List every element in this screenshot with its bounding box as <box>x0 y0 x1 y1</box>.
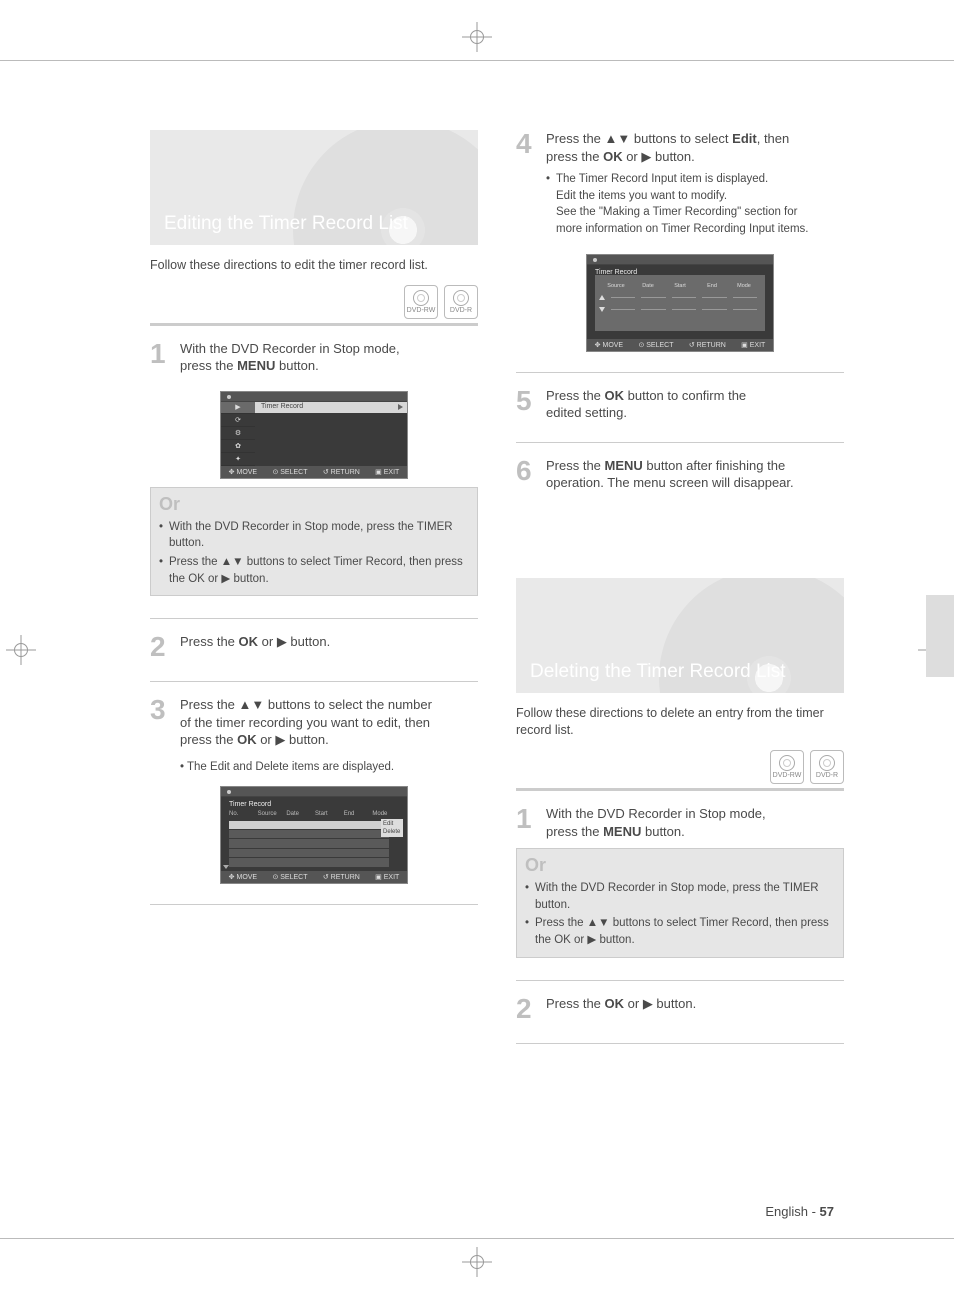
left-column: Editing the Timer Record List Follow the… <box>150 130 478 1189</box>
step-1: 1 With the DVD Recorder in Stop mode, pr… <box>150 340 478 375</box>
step-6: 6 Press the MENU button after finishing … <box>516 457 844 492</box>
lead-text-delete: Follow these directions to delete an ent… <box>516 705 844 740</box>
step-3-sub: • The Edit and Delete items are displaye… <box>180 759 478 776</box>
step-3: 3 Press the ▲▼ buttons to select the num… <box>150 696 478 749</box>
disc-badges: DVD-RW DVD-R <box>516 750 844 784</box>
side-tab <box>926 595 954 677</box>
screenshot-input: Timer Record Source Date Start End Mode <box>586 254 774 352</box>
step-2: 2 Press the OK or ▶ button. <box>150 633 478 661</box>
page-footer: English - 57 <box>765 1204 834 1219</box>
screenshot-menu: ▶ ⟳ ⚙ ✿ ✦ Timer Record ✥ MOVE ⊙ SELECT ↺… <box>220 391 408 479</box>
badge-dvd-rw: DVD-RW <box>404 285 438 319</box>
or-box-delete: Or With the DVD Recorder in Stop mode, p… <box>516 848 844 958</box>
lead-text: Follow these directions to edit the time… <box>150 257 478 275</box>
step-number: 1 <box>150 340 172 375</box>
step-4-sub: The Timer Record Input item is displayed… <box>546 171 844 240</box>
badge-dvd-r: DVD-R <box>444 285 478 319</box>
delete-step-1: 1 With the DVD Recorder in Stop mode, pr… <box>516 805 844 840</box>
hero-title: Deleting the Timer Record List <box>530 661 786 683</box>
hero-edit: Editing the Timer Record List <box>150 130 478 245</box>
hero-title: Editing the Timer Record List <box>164 213 408 235</box>
delete-step-2: 2 Press the OK or ▶ button. <box>516 995 844 1023</box>
screenshot-list: Timer Record No. Source Date Start End M… <box>220 786 408 884</box>
badge-dvd-r: DVD-R <box>810 750 844 784</box>
registration-mark-left <box>6 635 36 665</box>
or-box: Or With the DVD Recorder in Stop mode, p… <box>150 487 478 597</box>
step-5: 5 Press the OK button to confirm the edi… <box>516 387 844 422</box>
registration-mark-bottom <box>462 1247 492 1277</box>
hero-delete: Deleting the Timer Record List <box>516 578 844 693</box>
registration-mark-top <box>462 22 492 52</box>
step-4: 4 Press the ▲▼ buttons to select Edit, t… <box>516 130 844 165</box>
disc-badges: DVD-RW DVD-R <box>150 285 478 319</box>
right-column: 4 Press the ▲▼ buttons to select Edit, t… <box>516 130 844 1189</box>
badge-dvd-rw: DVD-RW <box>770 750 804 784</box>
